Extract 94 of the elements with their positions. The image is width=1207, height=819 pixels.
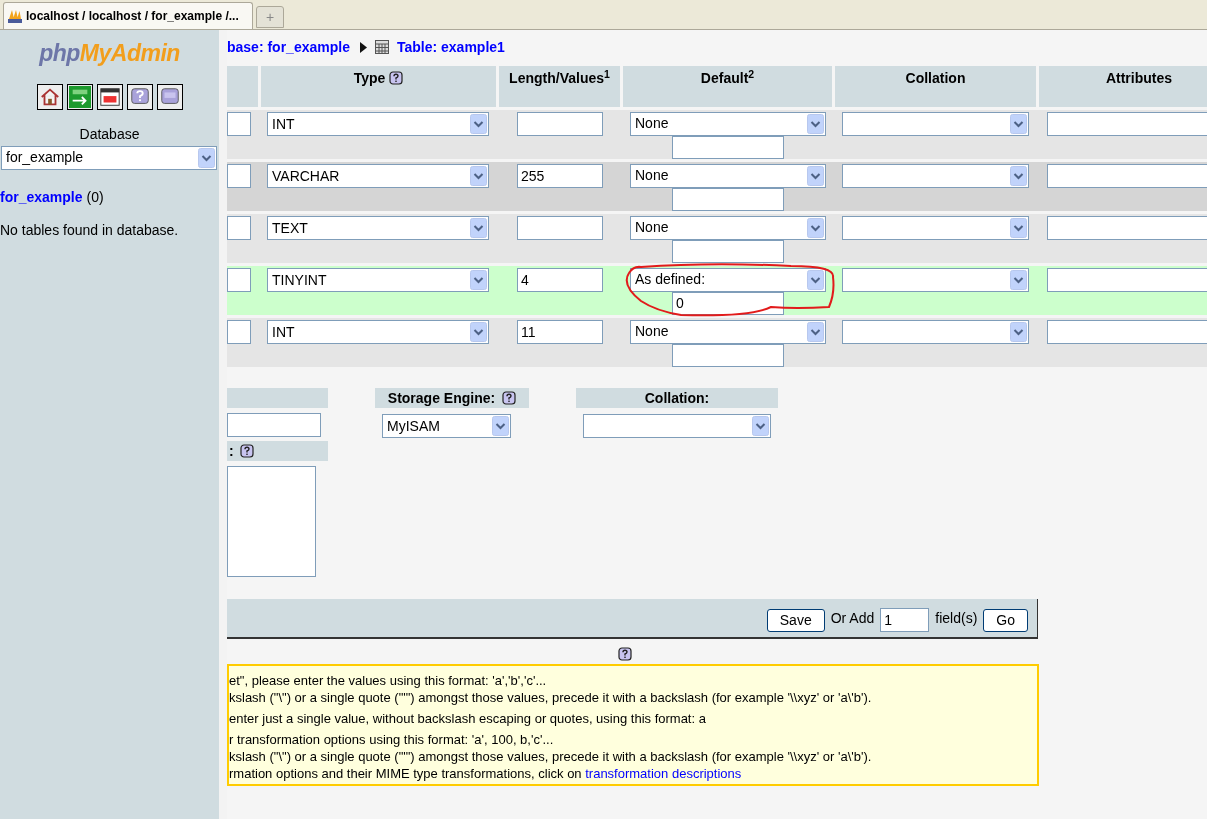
chevron-down-icon <box>1010 114 1027 134</box>
note-text: r transformation options using this format: 'a', 100, b,'c'... <box>229 731 555 748</box>
column-header: Length/Values$^{1}$ <box>499 66 620 107</box>
sql-window-icon[interactable] <box>98 85 121 108</box>
dropdown[interactable]: None <box>630 216 826 240</box>
input-field[interactable] <box>672 187 784 211</box>
note-text: et", please enter the values using this format: 'a','b','c'... <box>229 672 548 689</box>
dropdown[interactable]: None <box>630 164 826 188</box>
table-count: (0) <box>86 188 104 205</box>
dropdown[interactable] <box>842 216 1029 240</box>
input-field[interactable]: 4 <box>517 268 603 292</box>
dropdown[interactable]: for_example <box>1 145 217 170</box>
chevron-down-icon <box>470 270 487 290</box>
input-field[interactable] <box>517 216 603 240</box>
input-field[interactable] <box>1047 164 1207 188</box>
chevron-down-icon <box>470 218 487 238</box>
input-field[interactable] <box>227 268 251 292</box>
chevron-down-icon <box>492 416 509 436</box>
input-field[interactable] <box>1047 216 1207 240</box>
chevron-down-icon <box>470 114 487 134</box>
help-icon <box>502 391 517 405</box>
table-icon <box>374 40 389 54</box>
dropdown[interactable]: None <box>630 320 826 344</box>
dropdown[interactable]: None <box>630 112 826 136</box>
help-icon <box>618 647 632 661</box>
input-field[interactable] <box>672 343 784 367</box>
header-bar: Collation: <box>576 388 778 408</box>
dropdown[interactable] <box>842 164 1029 188</box>
help-icon <box>239 444 254 458</box>
input-field[interactable] <box>227 112 251 136</box>
dropdown[interactable]: INT <box>267 112 489 136</box>
chevron-down-icon <box>470 322 487 342</box>
dropdown[interactable]: As defined: <box>630 268 826 292</box>
input-field[interactable] <box>227 320 251 344</box>
input-field[interactable]: 1 <box>880 608 930 632</box>
dropdown[interactable]: TEXT <box>267 216 489 240</box>
chevron-down-icon <box>752 416 769 436</box>
input-field[interactable] <box>1047 320 1207 344</box>
field-label: Storage Engine: <box>387 388 496 408</box>
input-field[interactable] <box>672 239 784 263</box>
go-button[interactable]: Go <box>983 608 1028 632</box>
database-link[interactable]: for_example <box>0 188 83 205</box>
header-cell <box>227 66 258 107</box>
input-field[interactable] <box>227 164 251 188</box>
chevron-down-icon <box>807 322 824 342</box>
chevron-down-icon <box>1010 322 1027 342</box>
dropdown[interactable] <box>842 112 1029 136</box>
chevron-down-icon <box>1010 166 1027 186</box>
exit-icon[interactable] <box>68 85 91 108</box>
browser-tab[interactable]: localhost / localhost / for_example /... <box>3 2 253 29</box>
note-text: rmation options and their MIME type transformations, click on transformation descriptions <box>229 765 743 782</box>
input-field[interactable]: 255 <box>517 164 603 188</box>
dropdown[interactable]: MyISAM <box>382 414 511 438</box>
sail-icon <box>7 8 23 24</box>
note-text: kslash ("\") or a single quote ("'") amongst those values, precede it with a backslash (for example '\\xyz' or 'a\'b'). <box>229 689 873 706</box>
text-area[interactable] <box>227 466 316 577</box>
input-field[interactable] <box>1047 112 1207 136</box>
input-field[interactable] <box>672 135 784 159</box>
dropdown[interactable]: INT <box>267 320 489 344</box>
chevron-down-icon <box>1010 218 1027 238</box>
transformation-link[interactable]: transformation descriptions <box>585 766 742 781</box>
database-label: Database <box>79 124 140 144</box>
fields-label: field(s) <box>935 608 978 628</box>
note-text: enter just a single value, without backslash escaping or quotes, using this format: a <box>229 710 707 727</box>
dropdown[interactable] <box>842 320 1029 344</box>
input-field[interactable] <box>517 112 603 136</box>
column-header: Attributes <box>1039 66 1207 107</box>
input-field[interactable] <box>1047 268 1207 292</box>
field-label: : <box>229 441 234 461</box>
input-field[interactable] <box>227 216 251 240</box>
chevron-down-icon <box>807 166 824 186</box>
chevron-down-icon <box>198 147 215 168</box>
column-header: Default$^{2}$ <box>623 66 832 107</box>
breadcrumb-link[interactable]: Table: example1 <box>396 36 505 58</box>
dropdown[interactable]: TINYINT <box>267 268 489 292</box>
save-button[interactable]: Save <box>766 608 825 632</box>
dropdown[interactable] <box>583 414 771 438</box>
empty-message: No tables found in database. <box>0 220 180 240</box>
or-add-label: Or Add <box>830 608 875 628</box>
dropdown[interactable]: VARCHAR <box>267 164 489 188</box>
chevron-down-icon <box>470 166 487 186</box>
column-header: Collation <box>835 66 1036 107</box>
dropdown[interactable] <box>842 268 1029 292</box>
chevron-down-icon <box>807 218 824 238</box>
input-field[interactable]: 11 <box>517 320 603 344</box>
chevron-down-icon <box>807 114 824 134</box>
column-header: Type <box>261 66 496 107</box>
chevron-down-icon <box>1010 270 1027 290</box>
logo: phpMyAdmin <box>39 39 180 68</box>
chevron-down-icon <box>807 270 824 290</box>
note-text: kslash ("\") or a single quote ("'") amongst those values, precede it with a backslash (for example '\\xyz' or 'a\'b'). <box>229 748 873 765</box>
input-field[interactable] <box>227 413 321 437</box>
triangle-right-icon <box>359 41 367 53</box>
breadcrumb-link[interactable]: base: for_example <box>227 36 350 58</box>
